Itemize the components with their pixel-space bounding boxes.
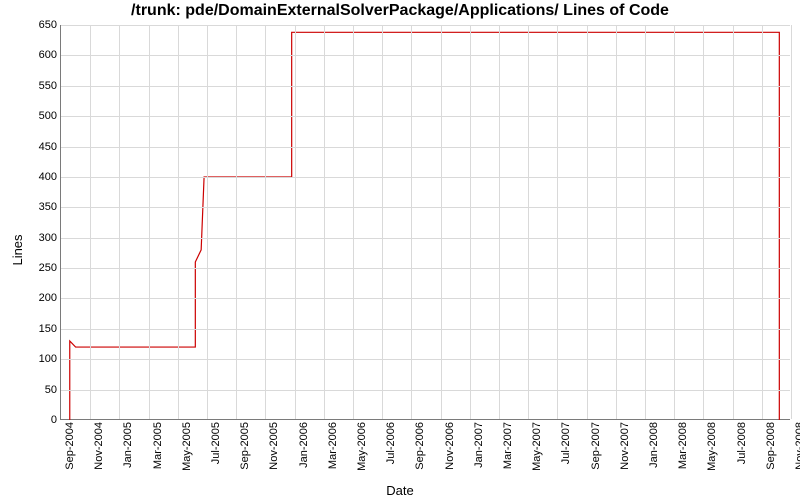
gridline-h bbox=[61, 359, 790, 360]
gridline-v bbox=[791, 25, 792, 419]
plot-area bbox=[60, 25, 790, 420]
xtick-label: May-2008 bbox=[706, 422, 718, 482]
xtick-label: Nov-2004 bbox=[93, 422, 105, 482]
ytick-label: 450 bbox=[7, 141, 57, 153]
ytick-label: 50 bbox=[7, 384, 57, 396]
xtick-label: May-2007 bbox=[531, 422, 543, 482]
gridline-v bbox=[499, 25, 500, 419]
ytick-label: 250 bbox=[7, 262, 57, 274]
gridline-v bbox=[441, 25, 442, 419]
gridline-v bbox=[265, 25, 266, 419]
gridline-v bbox=[382, 25, 383, 419]
xtick-label: Nov-2006 bbox=[444, 422, 456, 482]
gridline-h bbox=[61, 116, 790, 117]
xtick-label: Mar-2007 bbox=[502, 422, 514, 482]
ytick-label: 100 bbox=[7, 353, 57, 365]
gridline-v bbox=[645, 25, 646, 419]
gridline-h bbox=[61, 55, 790, 56]
ytick-label: 150 bbox=[7, 323, 57, 335]
loc-chart: /trunk: pde/DomainExternalSolverPackage/… bbox=[0, 0, 800, 500]
ytick-label: 650 bbox=[7, 19, 57, 31]
gridline-h bbox=[61, 298, 790, 299]
gridline-v bbox=[324, 25, 325, 419]
xtick-label: Sep-2004 bbox=[64, 422, 76, 482]
gridline-v bbox=[119, 25, 120, 419]
ytick-label: 300 bbox=[7, 232, 57, 244]
gridline-v bbox=[411, 25, 412, 419]
xtick-label: Sep-2006 bbox=[414, 422, 426, 482]
gridline-v bbox=[528, 25, 529, 419]
gridline-v bbox=[90, 25, 91, 419]
gridline-v bbox=[149, 25, 150, 419]
gridline-v bbox=[557, 25, 558, 419]
xtick-label: Mar-2005 bbox=[152, 422, 164, 482]
x-axis-label: Date bbox=[0, 483, 800, 498]
xtick-label: May-2006 bbox=[356, 422, 368, 482]
xtick-label: Jan-2006 bbox=[298, 422, 310, 482]
chart-title: /trunk: pde/DomainExternalSolverPackage/… bbox=[0, 2, 800, 20]
gridline-h bbox=[61, 390, 790, 391]
gridline-h bbox=[61, 207, 790, 208]
gridline-h bbox=[61, 86, 790, 87]
gridline-v bbox=[587, 25, 588, 419]
gridline-v bbox=[703, 25, 704, 419]
ytick-label: 350 bbox=[7, 201, 57, 213]
gridline-h bbox=[61, 177, 790, 178]
xtick-label: Nov-2005 bbox=[268, 422, 280, 482]
gridline-v bbox=[762, 25, 763, 419]
xtick-label: Sep-2007 bbox=[590, 422, 602, 482]
gridline-v bbox=[353, 25, 354, 419]
xtick-label: Jul-2005 bbox=[210, 422, 222, 482]
gridline-h bbox=[61, 268, 790, 269]
xtick-label: Jul-2007 bbox=[560, 422, 572, 482]
gridline-v bbox=[178, 25, 179, 419]
gridline-v bbox=[236, 25, 237, 419]
gridline-v bbox=[674, 25, 675, 419]
gridline-v bbox=[207, 25, 208, 419]
xtick-label: Jan-2005 bbox=[122, 422, 134, 482]
gridline-v bbox=[295, 25, 296, 419]
gridline-h bbox=[61, 329, 790, 330]
xtick-label: Mar-2008 bbox=[677, 422, 689, 482]
xtick-label: Jan-2008 bbox=[648, 422, 660, 482]
xtick-label: Jan-2007 bbox=[473, 422, 485, 482]
gridline-h bbox=[61, 25, 790, 26]
gridline-h bbox=[61, 147, 790, 148]
xtick-label: Nov-2007 bbox=[619, 422, 631, 482]
xtick-label: Sep-2008 bbox=[765, 422, 777, 482]
ytick-label: 550 bbox=[7, 80, 57, 92]
ytick-label: 600 bbox=[7, 49, 57, 61]
xtick-label: Nov-2008 bbox=[794, 422, 800, 482]
xtick-label: Jul-2006 bbox=[385, 422, 397, 482]
gridline-v bbox=[616, 25, 617, 419]
ytick-label: 400 bbox=[7, 171, 57, 183]
ytick-label: 0 bbox=[7, 414, 57, 426]
ytick-label: 200 bbox=[7, 292, 57, 304]
xtick-label: Mar-2006 bbox=[327, 422, 339, 482]
xtick-label: Sep-2005 bbox=[239, 422, 251, 482]
gridline-v bbox=[470, 25, 471, 419]
xtick-label: May-2005 bbox=[181, 422, 193, 482]
gridline-h bbox=[61, 238, 790, 239]
ytick-label: 500 bbox=[7, 110, 57, 122]
gridline-v bbox=[733, 25, 734, 419]
xtick-label: Jul-2008 bbox=[736, 422, 748, 482]
